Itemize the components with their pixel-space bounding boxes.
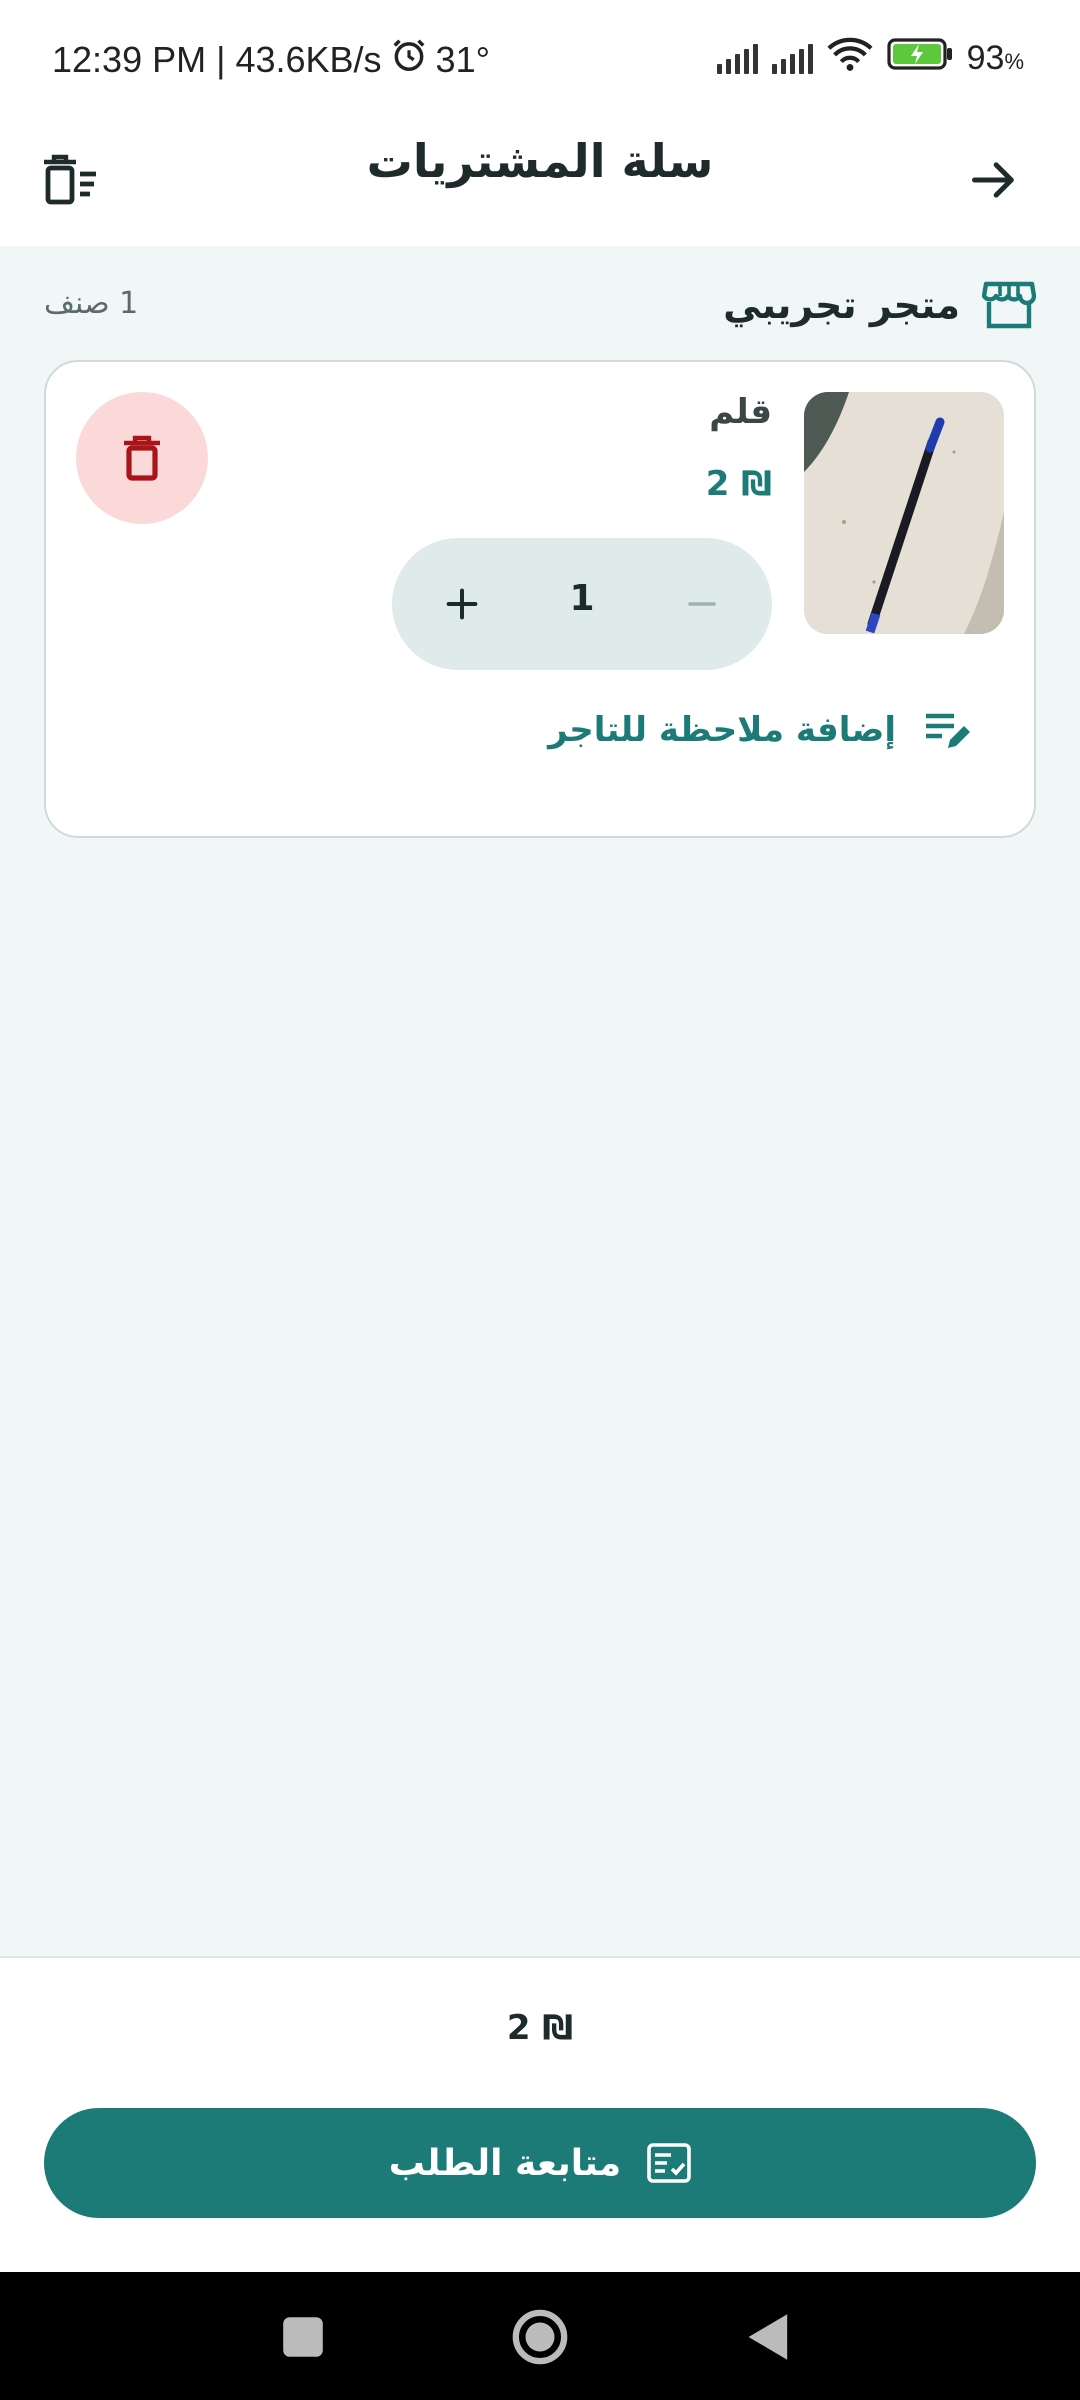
- back-nav-button[interactable]: [734, 2302, 804, 2372]
- product-price: ₪ 2: [705, 464, 772, 504]
- home-button[interactable]: [505, 2302, 575, 2372]
- cart-content: متجر تجريبي 1 صنف قلم ₪ 2 1 إضافة ملاحظة…: [0, 246, 1080, 1956]
- checklist-icon: [647, 2143, 692, 2183]
- edit-note-icon: [926, 713, 970, 748]
- status-temperature: 31°: [435, 38, 490, 80]
- store-name: متجر تجريبي: [723, 283, 960, 327]
- item-count: 1 صنف: [44, 286, 139, 321]
- store-icon: [982, 281, 1036, 329]
- system-nav-bar: [0, 2272, 1080, 2400]
- signal-icon: [771, 43, 813, 74]
- add-note-label: إضافة ملاحظة للتاجر: [548, 710, 896, 750]
- app-header: سلة المشتريات: [0, 120, 1080, 246]
- back-button[interactable]: [954, 140, 1034, 220]
- triangle-back-icon: [748, 2314, 788, 2360]
- status-bar: 12:39 PM | 43.6KB/s 31° 93%: [0, 0, 1080, 120]
- increase-quantity-button[interactable]: [432, 574, 492, 634]
- battery-level: 93%: [966, 39, 1024, 77]
- status-right: 93%: [716, 36, 1024, 81]
- status-left: 12:39 PM | 43.6KB/s 31°: [52, 36, 490, 83]
- delete-item-button[interactable]: [76, 392, 208, 524]
- store-header: متجر تجريبي 1 صنف: [44, 280, 1036, 340]
- cart-total: ₪ 2: [506, 2008, 574, 2048]
- checkout-button[interactable]: متابعة الطلب: [44, 2108, 1036, 2218]
- product-image[interactable]: [804, 392, 1004, 634]
- alarm-icon: [390, 36, 428, 83]
- product-name: قلم: [709, 392, 772, 432]
- square-icon: [283, 2317, 323, 2357]
- wifi-icon: [827, 36, 873, 81]
- status-time-info: 12:39 PM | 43.6KB/s: [52, 38, 382, 80]
- circle-icon: [512, 2309, 568, 2365]
- page-title: سلة المشتريات: [366, 134, 714, 188]
- store-title: متجر تجريبي: [723, 280, 1036, 330]
- signal-icon: [716, 43, 758, 74]
- battery-icon: [887, 38, 953, 79]
- add-note-button[interactable]: إضافة ملاحظة للتاجر: [548, 708, 970, 752]
- cart-footer: ₪ 2 متابعة الطلب: [0, 1956, 1080, 2272]
- checkout-label: متابعة الطلب: [388, 2142, 622, 2184]
- trash-icon: [124, 435, 160, 481]
- arrow-right-icon: [972, 162, 1014, 198]
- recents-button[interactable]: [268, 2302, 338, 2372]
- cart-item-card: قلم ₪ 2 1 إضافة ملاحظة للتاجر: [44, 360, 1036, 838]
- quantity-stepper: 1: [392, 538, 772, 670]
- plus-icon: [446, 588, 478, 620]
